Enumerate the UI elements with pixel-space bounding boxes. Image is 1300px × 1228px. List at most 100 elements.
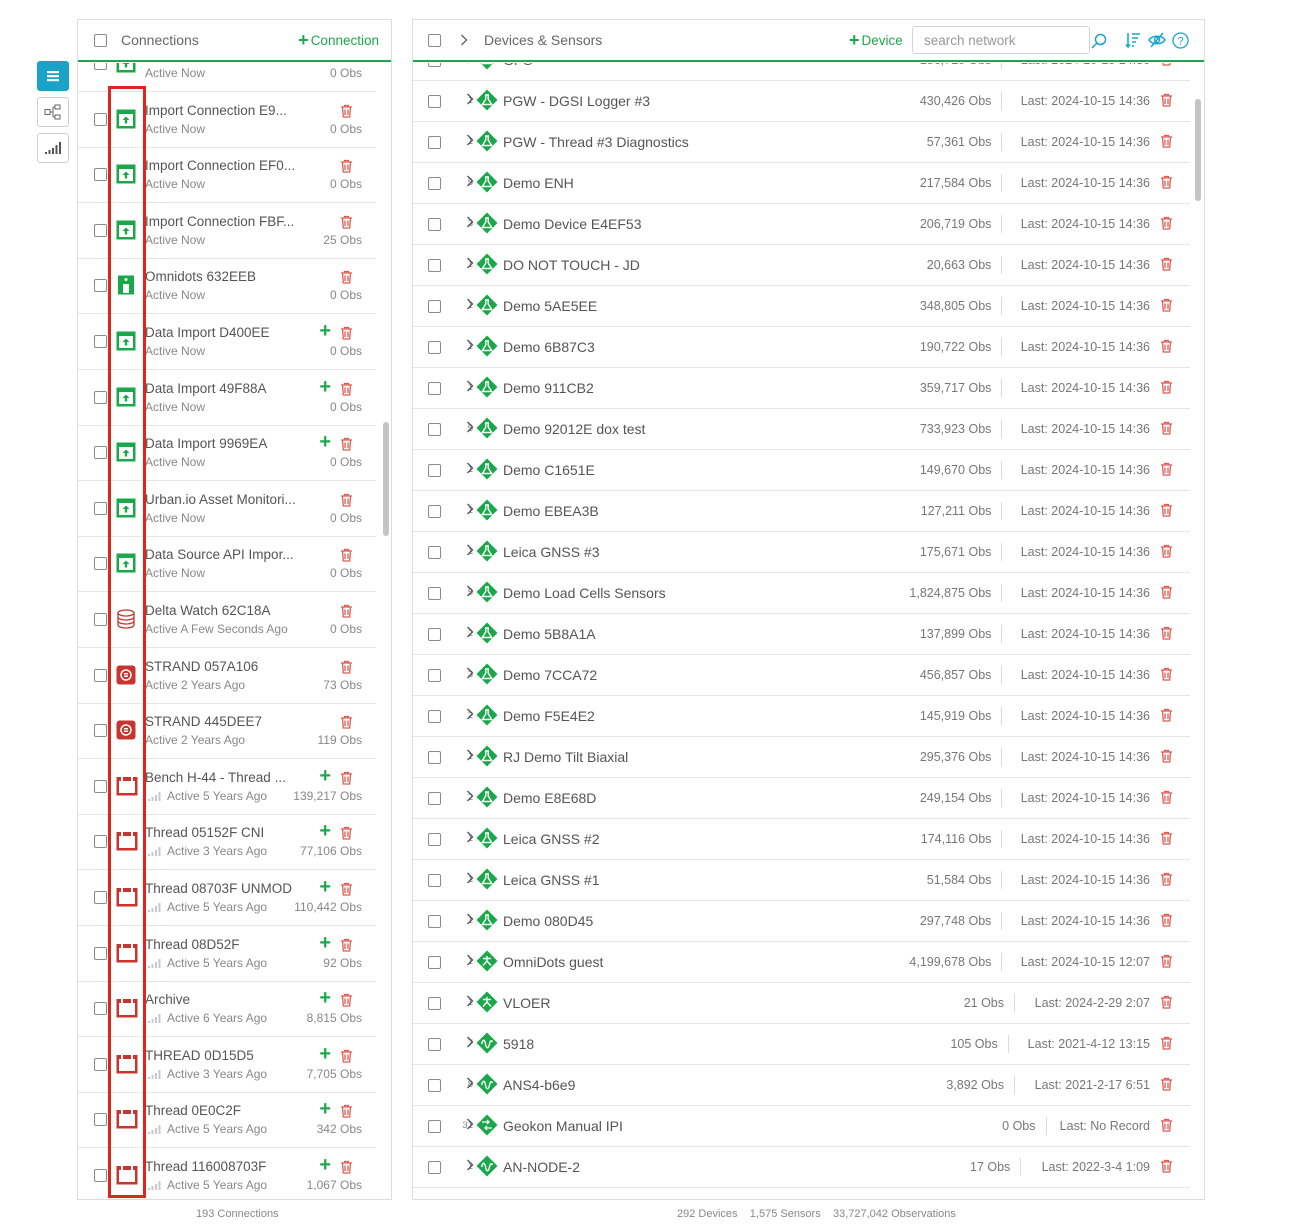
device-checkbox[interactable] <box>428 997 441 1010</box>
trash-icon[interactable] <box>340 882 353 899</box>
connection-checkbox[interactable] <box>94 946 107 960</box>
expand-chevron-icon[interactable] <box>466 913 474 925</box>
connection-name[interactable]: Data Import 9969EA <box>145 436 267 451</box>
connection-name[interactable]: Thread 0E0C2F <box>145 1103 241 1118</box>
trash-icon[interactable] <box>1160 63 1173 69</box>
trash-icon[interactable] <box>1160 913 1173 930</box>
device-row[interactable]: 1 AN-NODE-2 17 Obs Last: 2022-3-4 1:09 <box>413 1147 1190 1188</box>
device-checkbox[interactable] <box>428 956 441 969</box>
device-checkbox[interactable] <box>428 751 441 764</box>
trash-icon[interactable] <box>340 382 353 399</box>
connection-name[interactable]: STRAND 445DEE7 <box>145 714 262 729</box>
device-row[interactable]: 5 Demo Load Cells Sensors 1,824,875 Obs Las… <box>413 573 1190 614</box>
device-row[interactable]: 1 Demo 5AE5EE 348,805 Obs Last: 2024-10-15 … <box>413 286 1190 327</box>
connection-checkbox[interactable] <box>94 668 107 682</box>
connection-name[interactable]: Import Connection EF0... <box>145 158 295 173</box>
trash-icon[interactable] <box>340 270 353 287</box>
connection-row[interactable]: STRAND 057A106 Active 2 Years Ago 73 Obs <box>78 648 376 704</box>
trash-icon[interactable] <box>1160 421 1173 438</box>
connection-row[interactable]: Data Import 49F88A Active Now 0 Obs + <box>78 370 376 426</box>
add-icon[interactable]: + <box>319 877 331 897</box>
expand-chevron-icon[interactable] <box>466 216 474 228</box>
trash-icon[interactable] <box>340 993 353 1010</box>
expand-chevron-icon[interactable] <box>466 175 474 187</box>
device-name[interactable]: Demo 5AE5EE <box>503 298 597 314</box>
expand-chevron-icon[interactable] <box>466 995 474 1007</box>
device-name[interactable]: Leica GNSS #1 <box>503 872 600 888</box>
device-checkbox[interactable] <box>428 874 441 887</box>
device-checkbox[interactable] <box>428 423 441 436</box>
device-row[interactable]: 1 Demo C1651E 149,670 Obs Last: 2024-10-15 … <box>413 450 1190 491</box>
trash-icon[interactable] <box>340 660 353 677</box>
connection-name[interactable]: Thread 08703F UNMOD <box>145 881 292 896</box>
connection-name[interactable]: Bench H-44 - Thread ... <box>145 770 286 785</box>
device-checkbox[interactable] <box>428 546 441 559</box>
device-checkbox[interactable] <box>428 1079 441 1092</box>
trash-icon[interactable] <box>340 1104 353 1121</box>
device-name[interactable]: Demo 911CB2 <box>503 380 594 396</box>
device-name[interactable]: Demo 6B87C3 <box>503 339 595 355</box>
trash-icon[interactable] <box>1160 790 1173 807</box>
connection-row[interactable]: Archive Active 6 Years Ago 8,815 Obs + <box>78 981 376 1038</box>
connection-row[interactable]: STRAND 445DEE7 Active 2 Years Ago 119 Obs <box>78 703 376 760</box>
expand-chevron-icon[interactable] <box>466 134 474 146</box>
connection-name[interactable]: Archive <box>145 992 190 1007</box>
hide-icon[interactable] <box>1148 32 1166 48</box>
trash-icon[interactable] <box>1160 1036 1173 1053</box>
device-checkbox[interactable] <box>428 63 441 67</box>
trash-icon[interactable] <box>1160 216 1173 233</box>
signal-view-button[interactable] <box>37 133 69 163</box>
expand-chevron-icon[interactable] <box>466 298 474 310</box>
trash-icon[interactable] <box>1160 708 1173 725</box>
device-row[interactable]: 1 VLOER 21 Obs Last: 2024-2-29 2:07 <box>413 983 1190 1024</box>
expand-chevron-icon[interactable] <box>466 831 474 843</box>
expand-chevron-icon[interactable] <box>466 421 474 433</box>
trash-icon[interactable] <box>1160 585 1173 602</box>
add-icon[interactable]: + <box>319 1099 331 1119</box>
device-checkbox[interactable] <box>428 382 441 395</box>
device-name[interactable]: DO NOT TOUCH - JD <box>503 257 640 273</box>
add-icon[interactable]: + <box>319 1155 331 1175</box>
device-row[interactable]: 2 Demo E8E68D 249,154 Obs Last: 2024-10-15 … <box>413 778 1190 819</box>
device-row[interactable]: 1 PGW - DGSI Logger #3 430,426 Obs Last: 20… <box>413 81 1190 122</box>
device-name[interactable]: Demo 92012E dox test <box>503 421 645 437</box>
trash-icon[interactable] <box>1160 134 1173 151</box>
device-row[interactable]: 1 Demo 6B87C3 190,722 Obs Last: 2024-10-15 … <box>413 327 1190 368</box>
device-checkbox[interactable] <box>428 505 441 518</box>
connection-row[interactable]: Thread 0E0C2F Active 5 Years Ago 342 Obs + <box>78 1092 376 1149</box>
expand-chevron-icon[interactable] <box>466 708 474 720</box>
expand-chevron-icon[interactable] <box>466 339 474 351</box>
connection-name[interactable]: Import Connection E9... <box>145 103 287 118</box>
expand-chevron-icon[interactable] <box>466 257 474 269</box>
device-checkbox[interactable] <box>428 628 441 641</box>
trash-icon[interactable] <box>1160 298 1173 315</box>
connection-checkbox[interactable] <box>94 501 107 515</box>
connection-row[interactable]: Omnidots 632EEB Active Now 0 Obs <box>78 258 376 315</box>
device-name[interactable]: Geokon Manual IPI <box>503 1118 623 1134</box>
expand-chevron-icon[interactable] <box>466 872 474 884</box>
connection-row[interactable]: Thread 05152F CNI Active 3 Years Ago 77,10… <box>78 814 376 871</box>
connection-name[interactable]: Thread 116008703F <box>145 1159 266 1174</box>
device-name[interactable]: Demo Load Cells Sensors <box>503 585 666 601</box>
add-icon[interactable]: + <box>319 321 331 341</box>
trash-icon[interactable] <box>340 715 353 732</box>
expand-chevron-icon[interactable] <box>466 954 474 966</box>
device-checkbox[interactable] <box>428 792 441 805</box>
device-name[interactable]: OmniDots guest <box>503 954 603 970</box>
connection-row[interactable]: Data Import 9969EA Active Now 0 Obs + <box>78 425 376 482</box>
connection-row[interactable]: Active Now 0 Obs <box>78 63 376 92</box>
device-name[interactable]: Demo 5B8A1A <box>503 626 596 642</box>
connection-row[interactable]: Thread 08703F UNMOD Active 5 Years Ago 110… <box>78 870 376 926</box>
connection-row[interactable]: THREAD 0D15D5 Active 3 Years Ago 7,705 Obs… <box>78 1037 376 1093</box>
connection-row[interactable]: Bench H-44 - Thread ... Active 5 Years Ag… <box>78 759 376 815</box>
trash-icon[interactable] <box>340 938 353 955</box>
connection-row[interactable]: Thread 08D52F Active 5 Years Ago 92 Obs + <box>78 926 376 982</box>
device-checkbox[interactable] <box>428 341 441 354</box>
device-name[interactable]: PGW - DGSI Logger #3 <box>503 93 650 109</box>
device-row[interactable]: 1 PGW - Thread #3 Diagnostics 57,361 Obs La… <box>413 122 1190 163</box>
connection-row[interactable]: Thread 116008703F Active 5 Years Ago 1,067… <box>78 1148 376 1199</box>
add-connection-button[interactable]: + Connection <box>298 31 379 49</box>
connection-checkbox[interactable] <box>94 835 107 849</box>
trash-icon[interactable] <box>340 215 353 232</box>
connection-checkbox[interactable] <box>94 613 107 626</box>
